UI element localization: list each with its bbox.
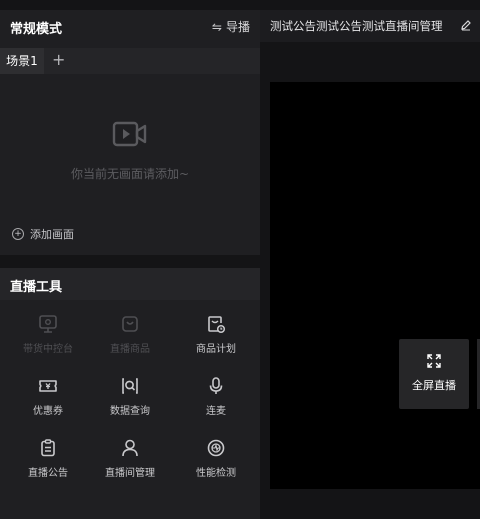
swap-icon: ⇋ xyxy=(211,20,222,34)
tab-scene-1[interactable]: 场景1 xyxy=(0,48,44,74)
user-icon xyxy=(122,439,138,457)
tool-coupon[interactable]: 优惠券 xyxy=(8,376,88,432)
tool-label: 优惠券 xyxy=(33,406,63,417)
edit-icon[interactable] xyxy=(460,19,472,31)
guide-label: 导播 xyxy=(225,20,250,34)
tool-product-plan[interactable]: 商品计划 xyxy=(176,314,256,370)
data-search-icon xyxy=(122,378,138,394)
tool-co-host[interactable]: 连麦 xyxy=(176,376,256,432)
tool-label: 商品计划 xyxy=(196,344,236,355)
bag-icon xyxy=(122,316,138,332)
tool-label: 性能检测 xyxy=(196,468,236,479)
tool-data-query[interactable]: 数据查询 xyxy=(90,376,170,432)
coupon-icon xyxy=(39,380,57,392)
tool-label: 数据查询 xyxy=(110,406,150,417)
tool-performance-check[interactable]: 性能检测 xyxy=(176,438,256,494)
live-preview xyxy=(270,82,480,489)
tool-commerce-console[interactable]: 带货中控台 xyxy=(8,314,88,370)
plus-icon: + xyxy=(12,228,24,240)
tool-label: 直播公告 xyxy=(28,468,68,479)
mode-header: 常规模式 ⇋ 导播 xyxy=(0,10,260,42)
tool-label: 直播商品 xyxy=(110,344,150,355)
add-view-label: 添加画面 xyxy=(30,228,74,241)
video-camera-icon xyxy=(112,121,147,147)
mode-panel: 常规模式 ⇋ 导播 场景1 + 你当前无画面请添加~ + 添加画面 xyxy=(0,10,260,255)
tools-header: 直播工具 xyxy=(0,268,260,300)
tool-room-management[interactable]: 直播间管理 xyxy=(90,438,170,494)
live-tools-panel: 直播工具 带货中控台 直播商品 商品计划 优惠券 数据查询 连麦 直播公告 直播… xyxy=(0,268,260,519)
performance-icon xyxy=(207,439,225,457)
monitor-icon xyxy=(39,315,57,333)
tool-label: 直播间管理 xyxy=(105,468,155,479)
guide-button[interactable]: ⇋ 导播 xyxy=(212,18,250,35)
fullscreen-label: 全屏直播 xyxy=(412,379,456,392)
microphone-icon xyxy=(209,377,223,394)
product-plan-icon xyxy=(208,316,226,334)
tool-label: 带货中控台 xyxy=(23,344,73,355)
tools-title: 直播工具 xyxy=(10,280,63,295)
notice-title: 测试公告测试公告测试直播间管理 xyxy=(270,19,443,33)
add-view-button[interactable]: + 添加画面 xyxy=(12,226,74,242)
tool-live-products[interactable]: 直播商品 xyxy=(90,314,170,370)
fullscreen-button[interactable]: 全屏直播 xyxy=(399,339,469,409)
expand-icon xyxy=(427,354,441,368)
clipboard-icon xyxy=(41,439,55,457)
empty-state-text: 你当前无画面请添加~ xyxy=(70,167,190,181)
mode-title: 常规模式 xyxy=(10,22,63,37)
add-scene-button[interactable]: + xyxy=(52,50,65,69)
tool-live-notice[interactable]: 直播公告 xyxy=(8,438,88,494)
scene-tabs: 场景1 + xyxy=(0,48,260,74)
tool-label: 连麦 xyxy=(206,406,226,417)
notice-header: 测试公告测试公告测试直播间管理 xyxy=(260,10,480,42)
